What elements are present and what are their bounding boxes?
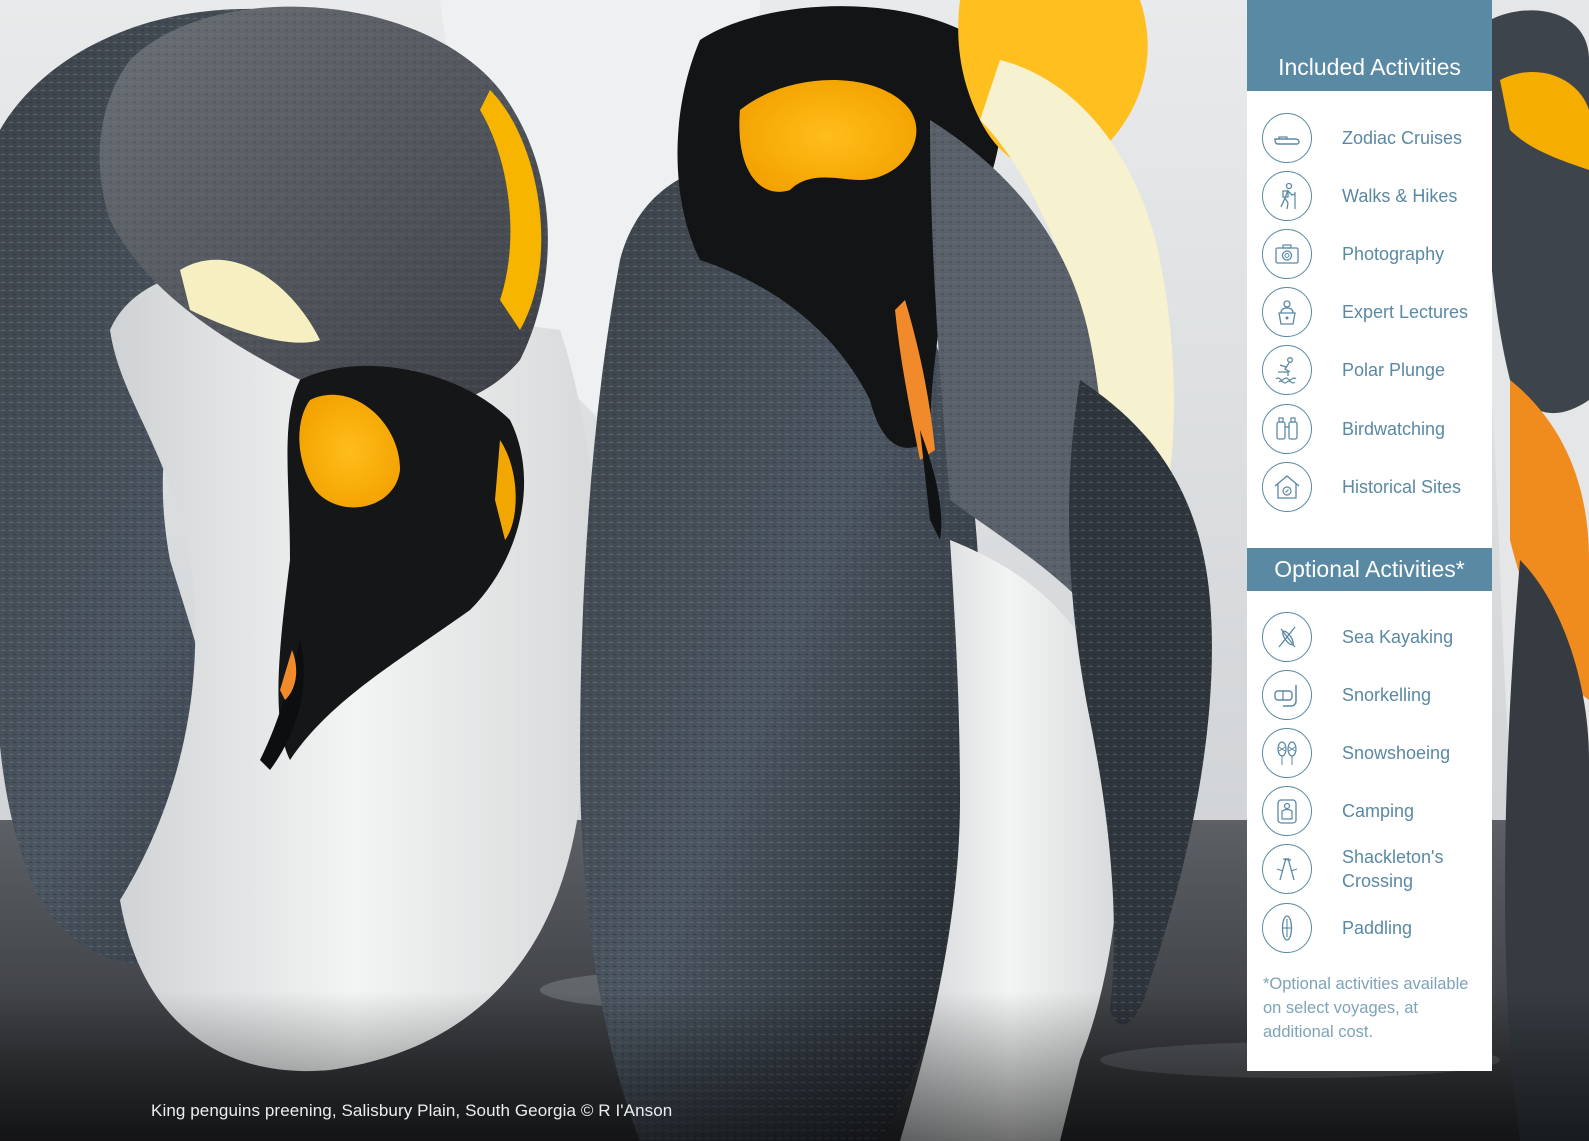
list-item-label: Zodiac Cruises [1342,128,1463,148]
list-item-polar-plunge: Polar Plunge [1247,345,1492,395]
list-item-label: Snorkelling [1342,685,1432,705]
list-item-zodiac-cruises: Zodiac Cruises [1247,113,1492,163]
list-item-label: Historical Sites [1342,477,1462,497]
list-item-label: Expert Lectures [1342,302,1469,322]
zodiac-boat-icon [1262,113,1312,163]
list-item-label: Camping [1342,801,1415,821]
historic-hut-icon [1262,462,1312,512]
snorkel-mask-icon [1262,670,1312,720]
optional-footnote: *Optional activities available on select… [1263,975,1469,1041]
list-item-birdwatching: Birdwatching [1247,404,1492,454]
list-item-label: Walks & Hikes [1342,186,1458,206]
kayak-icon [1262,612,1312,662]
included-activities-heading: Included Activities [1247,0,1492,91]
list-item-expert-lectures: Expert Lectures [1247,287,1492,337]
list-item-photography: Photography [1247,229,1492,279]
hiker-icon [1262,171,1312,221]
activities-panel: Included Activities Zodiac Cruises Walks… [1247,0,1492,1071]
list-item-shackletons-crossing: Shackleton's Crossing [1247,844,1492,894]
sleeping-bag-icon [1262,786,1312,836]
list-item-label: Shackleton's Crossing [1342,847,1444,891]
list-item-label: Sea Kayaking [1342,627,1454,647]
list-item-sea-kayaking: Sea Kayaking [1247,612,1492,662]
list-item-paddling: Paddling [1247,903,1492,953]
lecturer-podium-icon [1262,287,1312,337]
list-item-snowshoeing: Snowshoeing [1247,728,1492,778]
list-item-label: Birdwatching [1342,419,1446,439]
list-item-walks-hikes: Walks & Hikes [1247,171,1492,221]
snowshoes-icon [1262,728,1312,778]
ice-axe-icon [1262,844,1312,894]
binoculars-icon [1262,404,1312,454]
camera-icon [1262,229,1312,279]
list-item-label: Snowshoeing [1342,743,1451,763]
paddle-board-icon [1262,903,1312,953]
list-item-label: Polar Plunge [1342,360,1446,380]
list-item-snorkelling: Snorkelling [1247,670,1492,720]
list-item-label: Paddling [1342,918,1413,938]
list-item-label: Photography [1342,244,1445,264]
list-item-camping: Camping [1247,786,1492,836]
list-item-historical-sites: Historical Sites [1247,462,1492,512]
diver-plunge-icon [1262,345,1312,395]
optional-activities-heading: Optional Activities* [1247,548,1492,591]
photo-caption: King penguins preening, Salisbury Plain,… [151,1101,673,1120]
